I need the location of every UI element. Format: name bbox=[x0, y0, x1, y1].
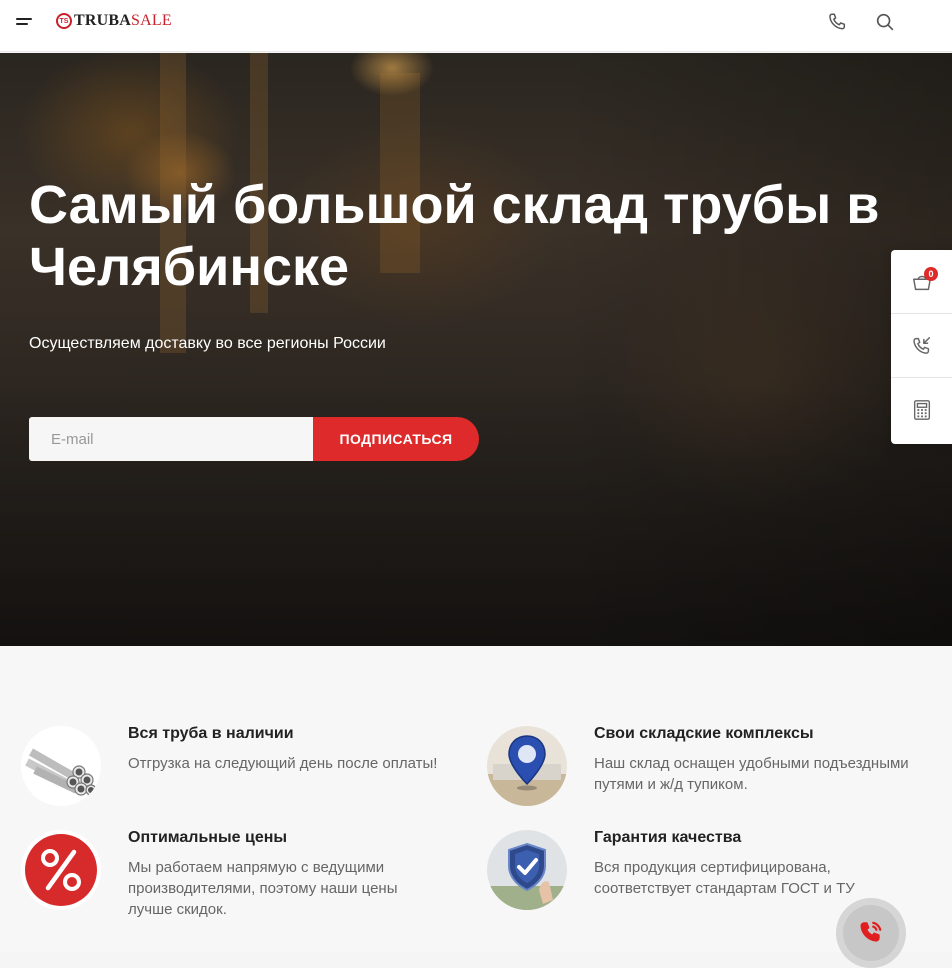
feature-title: Вся труба в наличии bbox=[128, 725, 294, 742]
feature-text: Отгрузка на следующий день после оплаты! bbox=[128, 755, 438, 772]
phone-ringing-icon bbox=[860, 921, 882, 942]
search-icon[interactable] bbox=[874, 11, 896, 33]
floating-call-button[interactable] bbox=[836, 898, 906, 968]
pipes-image bbox=[21, 726, 101, 806]
hero-banner: Самый большой склад трубы в Челябинске О… bbox=[0, 53, 952, 646]
hero-title: Самый большой склад трубы в Челябинске bbox=[29, 175, 880, 297]
cart-count-badge: 0 bbox=[924, 267, 938, 281]
callback-icon bbox=[912, 336, 930, 354]
feature-title: Свои складские комплексы bbox=[594, 725, 814, 742]
callback-button[interactable] bbox=[891, 314, 952, 378]
menu-icon[interactable] bbox=[16, 15, 36, 29]
cart-button[interactable]: 0 bbox=[891, 250, 952, 314]
subscribe-button[interactable]: ПОДПИСАТЬСЯ bbox=[313, 417, 479, 461]
side-toolbar: 0 bbox=[891, 250, 952, 444]
site-header: TS TRUBASALE bbox=[0, 0, 952, 52]
feature-title: Оптимальные цены bbox=[128, 829, 288, 846]
site-logo[interactable]: TS TRUBASALE bbox=[56, 12, 172, 30]
warehouse-pin-image bbox=[487, 726, 567, 806]
email-input[interactable] bbox=[29, 417, 313, 461]
calculator-button[interactable] bbox=[891, 378, 952, 442]
quality-shield-image bbox=[487, 830, 567, 910]
feature-text: Вся продукция сертифицирована, соответст… bbox=[594, 859, 855, 897]
logo-text-sale: SALE bbox=[131, 12, 172, 29]
hero-subtitle: Осуществляем доставку во все регионы Рос… bbox=[29, 335, 386, 352]
percent-icon bbox=[21, 830, 101, 910]
logo-mark: TS bbox=[56, 13, 72, 29]
feature-text: Наш склад оснащен удобными подъездными п… bbox=[594, 755, 909, 793]
feature-title: Гарантия качества bbox=[594, 829, 742, 846]
logo-text-truba: TRUBA bbox=[74, 12, 132, 29]
feature-text: Мы работаем напрямую с ведущими производ… bbox=[128, 859, 398, 918]
phone-icon[interactable] bbox=[826, 11, 848, 33]
subscribe-form: ПОДПИСАТЬСЯ bbox=[29, 417, 479, 461]
calculator-icon bbox=[913, 400, 930, 420]
features-section: Вся труба в наличии Отгрузка на следующи… bbox=[0, 646, 952, 952]
